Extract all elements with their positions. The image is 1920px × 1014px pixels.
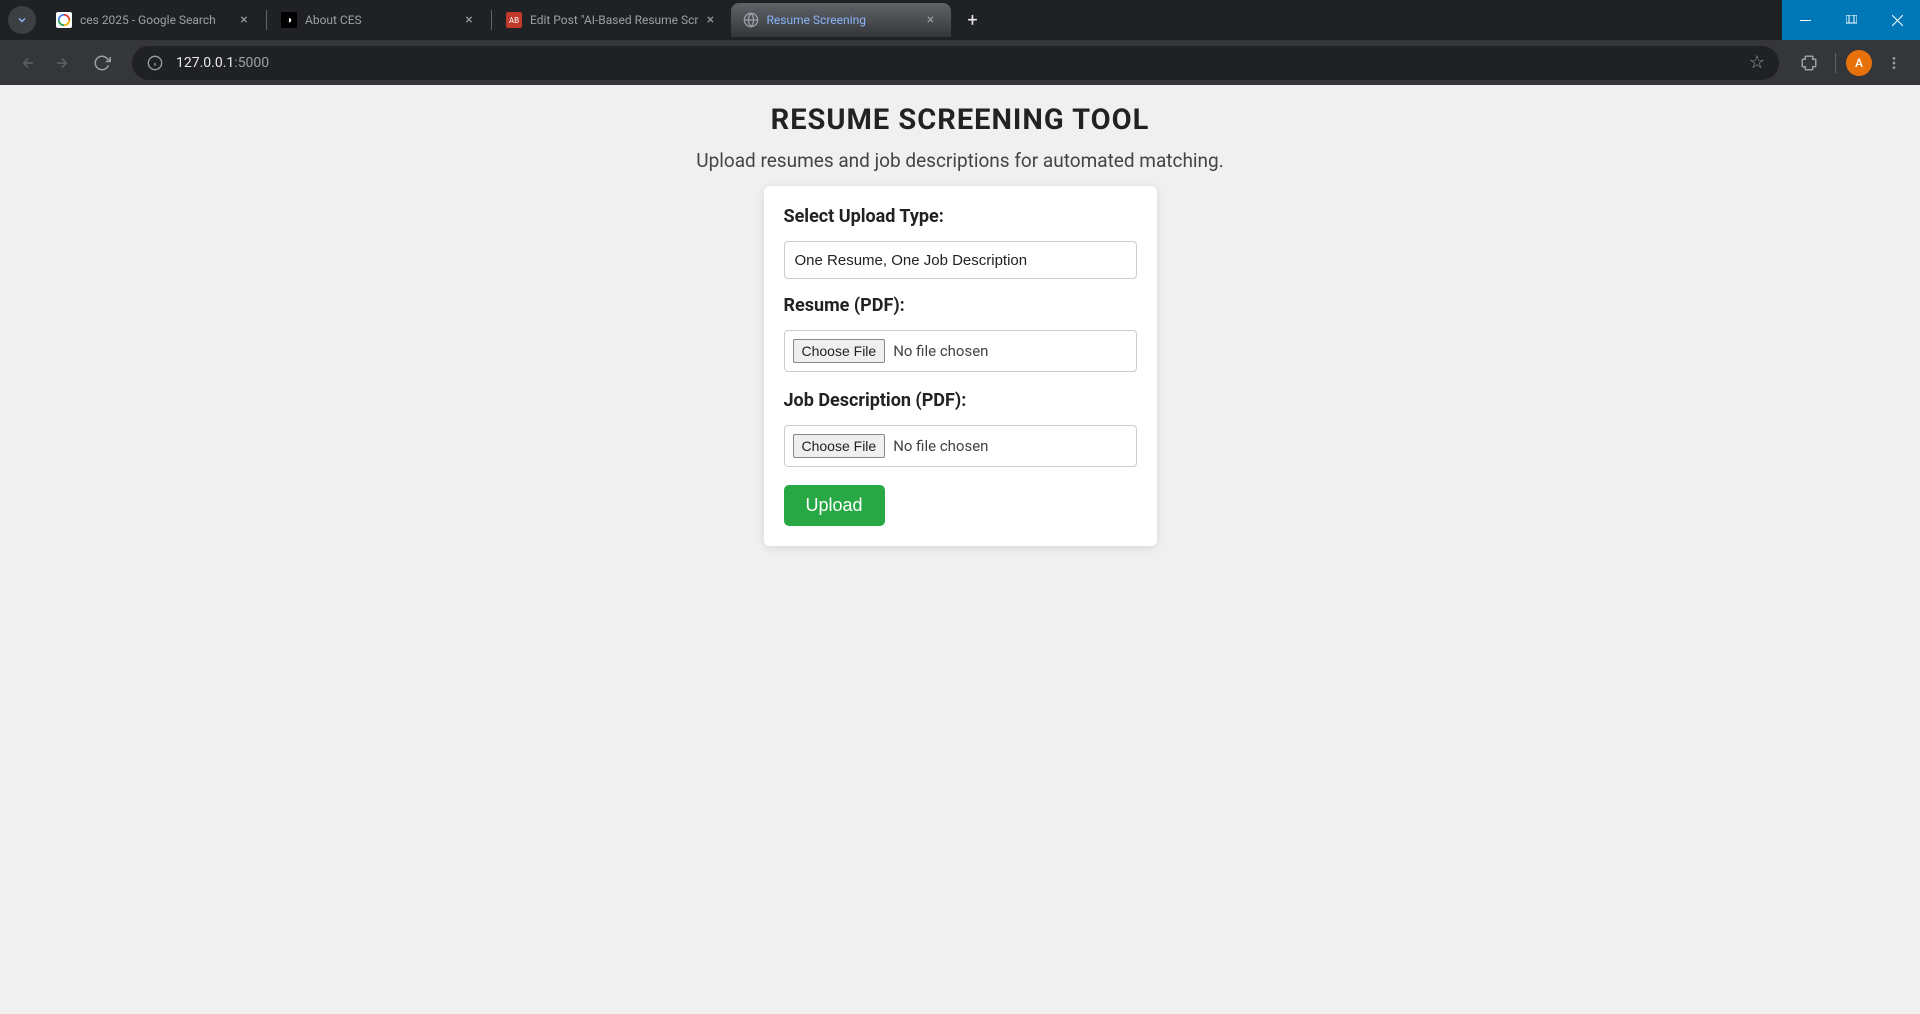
resume-choose-button[interactable]: Choose File [793, 339, 886, 363]
edit-icon: AB [506, 12, 522, 28]
upload-button[interactable]: Upload [784, 485, 885, 526]
profile-avatar[interactable]: A [1846, 50, 1872, 76]
upload-form-card: Select Upload Type: One Resume, One Job … [764, 186, 1157, 546]
address-bar[interactable]: 127.0.0.1:5000 ☆ [132, 46, 1779, 80]
menu-icon[interactable] [1878, 47, 1910, 79]
close-icon[interactable]: × [923, 12, 939, 28]
url-text: 127.0.0.1:5000 [176, 55, 1749, 71]
tab-google-search[interactable]: ces 2025 - Google Search × [44, 3, 264, 37]
forward-button[interactable] [48, 47, 80, 79]
tab-bar: ces 2025 - Google Search × ◑ About CES ×… [0, 0, 1920, 40]
resume-file-input[interactable]: Choose File No file chosen [784, 330, 1137, 372]
address-bar-row: 127.0.0.1:5000 ☆ A [0, 40, 1920, 85]
bookmark-icon[interactable]: ☆ [1749, 52, 1765, 73]
jd-label: Job Description (PDF): [784, 390, 1137, 411]
jd-file-input[interactable]: Choose File No file chosen [784, 425, 1137, 467]
window-controls [1782, 0, 1920, 40]
page-content: RESUME SCREENING TOOL Upload resumes and… [0, 85, 1920, 1014]
url-host: 127.0.0.1 [176, 55, 234, 71]
page-title: RESUME SCREENING TOOL [0, 103, 1920, 137]
google-icon [56, 12, 72, 28]
tab-title: Edit Post "AI-Based Resume Scr [530, 13, 699, 27]
tab-separator [491, 10, 492, 30]
close-icon[interactable]: × [461, 12, 477, 28]
maximize-button[interactable] [1828, 0, 1874, 40]
site-info-icon[interactable] [146, 54, 164, 72]
tab-title: ces 2025 - Google Search [80, 13, 232, 27]
upload-type-label: Select Upload Type: [784, 206, 1137, 227]
tab-title: Resume Screening [767, 13, 919, 27]
upload-type-select[interactable]: One Resume, One Job Description [784, 241, 1137, 279]
extensions-icon[interactable] [1793, 47, 1825, 79]
close-icon[interactable]: × [703, 12, 719, 28]
jd-choose-button[interactable]: Choose File [793, 434, 886, 458]
browser-chrome: ces 2025 - Google Search × ◑ About CES ×… [0, 0, 1920, 85]
tab-about-ces[interactable]: ◑ About CES × [269, 3, 489, 37]
search-tabs-button[interactable] [8, 6, 36, 34]
jd-file-status: No file chosen [893, 437, 988, 455]
tab-resume-screening[interactable]: Resume Screening × [731, 3, 951, 37]
page-subtitle: Upload resumes and job descriptions for … [0, 149, 1920, 172]
url-port: :5000 [234, 55, 269, 71]
resume-file-status: No file chosen [893, 342, 988, 360]
ces-icon: ◑ [281, 12, 297, 28]
toolbar-separator [1835, 53, 1836, 73]
resume-label: Resume (PDF): [784, 295, 1137, 316]
tab-title: About CES [305, 13, 457, 27]
reload-button[interactable] [86, 47, 118, 79]
back-button[interactable] [10, 47, 42, 79]
close-window-button[interactable] [1874, 0, 1920, 40]
minimize-button[interactable] [1782, 0, 1828, 40]
new-tab-button[interactable]: + [959, 6, 987, 34]
close-icon[interactable]: × [236, 12, 252, 28]
tab-separator [266, 10, 267, 30]
globe-icon [743, 12, 759, 28]
tab-edit-post[interactable]: AB Edit Post "AI-Based Resume Scr × [494, 3, 731, 37]
